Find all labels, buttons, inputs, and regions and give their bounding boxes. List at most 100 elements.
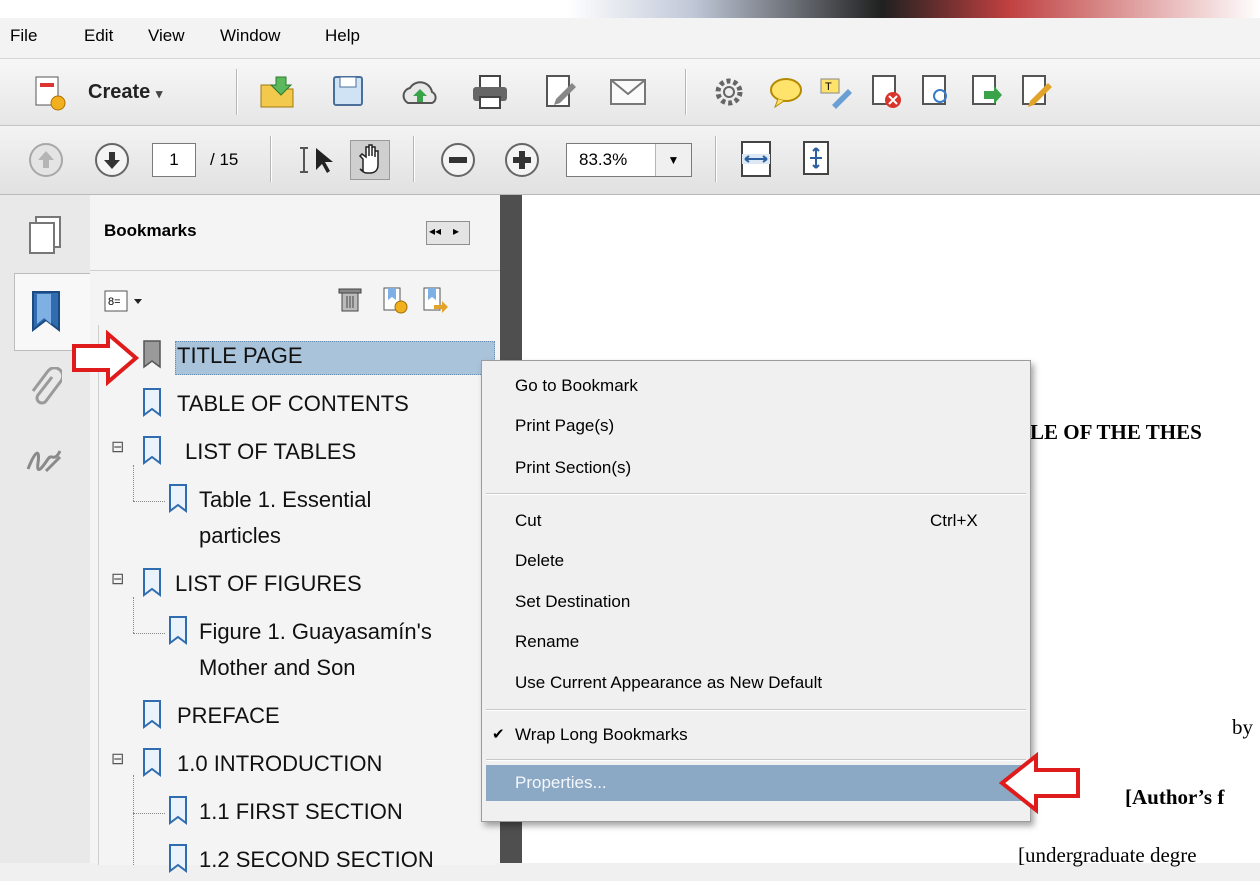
zoom-value: 83.3% [579, 150, 628, 169]
zoom-select[interactable]: 83.3% ▼ [566, 143, 692, 177]
bookmark-icon [165, 843, 191, 878]
document-author: [Author’s f [1125, 785, 1225, 809]
chevron-down-icon: ▾ [155, 86, 163, 101]
collapse-node-icon[interactable]: ⊟ [111, 749, 124, 769]
bookmark-label: Table 1. Essential [199, 487, 372, 512]
bookmark-icon [139, 387, 165, 422]
annotation-arrow-left-icon [998, 751, 1082, 819]
search-file-icon[interactable] [918, 73, 954, 114]
menu-item-wrap-long-bookmarks[interactable]: Wrap Long Bookmarks [515, 725, 688, 745]
collapse-node-icon[interactable]: ⊟ [111, 569, 124, 589]
page-number-input[interactable]: 1 [152, 143, 196, 177]
bookmark-item-first-section[interactable]: 1.1 FIRST SECTION [165, 793, 495, 833]
open-folder-icon[interactable] [258, 73, 296, 116]
bookmark-icon [139, 747, 165, 782]
menu-item-print-pages[interactable]: Print Page(s) [515, 416, 614, 436]
collapse-node-icon[interactable]: ⊟ [111, 437, 124, 457]
bookmark-label: Figure 1. Guayasamín's [199, 619, 432, 644]
panel-collapse-controls: ◂◂ ▸ [426, 221, 470, 245]
next-page-icon[interactable] [94, 142, 130, 183]
previous-page-icon[interactable] [28, 142, 64, 183]
bookmark-item-introduction[interactable]: ⊟ 1.0 INTRODUCTION [109, 745, 499, 785]
menu-item-rename[interactable]: Rename [515, 632, 579, 652]
bookmark-icon [139, 435, 165, 470]
edit-document-icon[interactable] [542, 73, 578, 114]
new-bookmark-icon[interactable] [380, 285, 408, 320]
menu-item-print-sections[interactable]: Print Section(s) [515, 458, 631, 478]
delete-bookmark-icon[interactable] [336, 285, 364, 320]
bookmark-item-figure-1[interactable]: Figure 1. Guayasamín's Mother and Son [165, 613, 495, 689]
menu-item-properties-label: Properties... [515, 773, 607, 792]
bookmark-icon [139, 339, 165, 374]
menu-item-go-to-bookmark[interactable]: Go to Bookmark [515, 376, 638, 396]
document-degree: [undergraduate degre [1018, 843, 1197, 867]
bookmark-item-preface[interactable]: PREFACE [137, 697, 497, 737]
bookmark-context-menu: Go to Bookmark Print Page(s) Print Secti… [481, 360, 1031, 822]
menu-item-set-destination[interactable]: Set Destination [515, 592, 630, 612]
bookmark-label: 1.1 FIRST SECTION [199, 799, 403, 824]
menu-window[interactable]: Window [220, 26, 280, 46]
document-title-fragment: LE OF THE THES [1030, 420, 1202, 444]
bookmark-item-table-of-contents[interactable]: TABLE OF CONTENTS [137, 385, 497, 425]
create-icon[interactable] [30, 73, 70, 113]
shortcut-cut: Ctrl+X [930, 511, 978, 530]
bookmark-icon [165, 483, 191, 518]
gear-icon[interactable] [712, 75, 746, 114]
fill-sign-icon[interactable] [1018, 73, 1054, 114]
attachments-icon[interactable] [26, 366, 65, 418]
hand-tool-icon[interactable] [350, 140, 390, 180]
bookmark-item-list-of-figures[interactable]: ⊟ LIST OF FIGURES [109, 565, 499, 605]
menu-item-use-current-appearance[interactable]: Use Current Appearance as New Default [515, 673, 822, 693]
bookmark-label: LIST OF FIGURES [175, 571, 362, 596]
page-thumbnails-icon[interactable] [26, 215, 66, 260]
zoom-in-icon[interactable] [504, 142, 540, 183]
bookmark-tree: TITLE PAGE TABLE OF CONTENTS ⊟ LIST OF T… [98, 325, 497, 873]
export-file-icon[interactable] [968, 73, 1004, 114]
chevron-down-icon[interactable]: ▼ [655, 144, 691, 176]
bookmark-label-line2: Mother and Son [199, 655, 356, 680]
main-toolbar: Create ▾ T [0, 59, 1260, 126]
cloud-upload-icon[interactable] [400, 75, 440, 114]
comment-icon[interactable] [768, 75, 804, 114]
save-icon[interactable] [330, 73, 366, 114]
zoom-out-icon[interactable] [440, 142, 476, 183]
signatures-icon[interactable] [24, 441, 64, 482]
bookmark-icon [139, 699, 165, 734]
bookmark-item-second-section[interactable]: 1.2 SECOND SECTION [165, 841, 495, 881]
highlight-text-icon[interactable]: T [818, 75, 854, 114]
create-button[interactable]: Create ▾ [88, 81, 162, 104]
bookmark-item-table-1[interactable]: Table 1. Essential particles [165, 481, 495, 557]
create-label: Create [88, 81, 151, 103]
menu-item-properties[interactable]: Properties... [486, 765, 1024, 801]
bookmark-options-icon[interactable]: 8= [104, 289, 152, 320]
expand-right-icon[interactable]: ▸ [453, 224, 459, 238]
menu-item-cut[interactable]: Cut [515, 511, 541, 531]
collapse-left-icon[interactable]: ◂◂ [429, 224, 441, 238]
navigation-toolbar: 1 / 15 83.3% ▼ [0, 126, 1260, 195]
menu-file[interactable]: File [10, 26, 37, 46]
fit-width-icon[interactable] [738, 140, 774, 183]
bookmark-item-list-of-tables[interactable]: ⊟ LIST OF TABLES [109, 433, 499, 473]
menu-item-delete[interactable]: Delete [515, 551, 564, 571]
menu-edit[interactable]: Edit [84, 26, 113, 46]
fit-page-icon[interactable] [800, 140, 832, 181]
svg-text:T: T [825, 81, 832, 93]
svg-text:8=: 8= [108, 296, 121, 308]
bookmark-label: PREFACE [177, 703, 280, 728]
remove-file-icon[interactable] [868, 73, 904, 114]
expand-bookmark-icon[interactable] [420, 285, 448, 320]
bookmark-label: LIST OF TABLES [185, 439, 357, 464]
window-title-strip [0, 0, 1260, 18]
checkmark-icon: ✔ [492, 726, 505, 743]
print-icon[interactable] [470, 73, 510, 116]
document-by: by [1232, 715, 1253, 739]
select-cursor-icon[interactable] [296, 144, 340, 181]
bookmark-icon [165, 795, 191, 830]
email-icon[interactable] [608, 77, 648, 112]
menu-view[interactable]: View [148, 26, 185, 46]
bookmark-item-title-page[interactable]: TITLE PAGE [137, 335, 497, 375]
bookmark-icon [165, 615, 191, 650]
bookmark-label: 1.2 SECOND SECTION [199, 847, 434, 872]
menu-help[interactable]: Help [325, 26, 360, 46]
annotation-arrow-right-icon [70, 329, 140, 391]
